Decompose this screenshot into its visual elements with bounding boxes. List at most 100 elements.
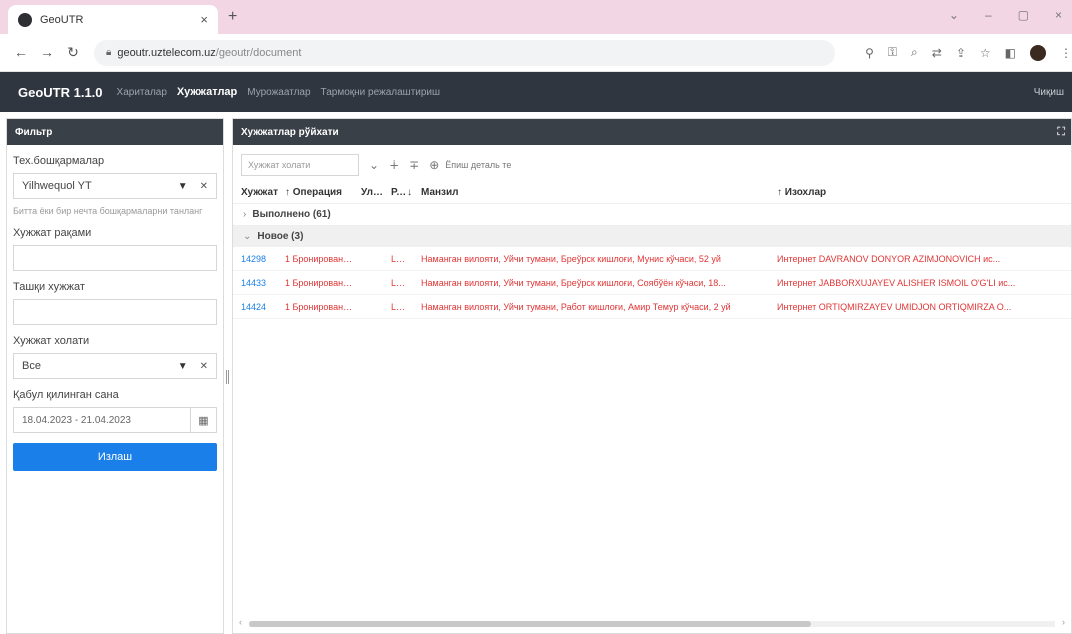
date-range-value: 18.04.2023 - 21.04.2023 (22, 414, 131, 426)
address-bar: ← → ↻ 🔒︎ geoutr.uztelecom.uz/geoutr/docu… (0, 34, 1072, 72)
chevron-down-icon[interactable]: ▼ (178, 181, 188, 192)
table-row[interactable]: 14424 1 Бронирование xPON LZ... Наманган… (233, 295, 1071, 319)
nav-link-documents[interactable]: Хужжатлар (177, 86, 237, 98)
sidebar-panel-icon[interactable]: ◧ (1005, 46, 1016, 60)
group-row-completed[interactable]: › Выполнено (61) (233, 203, 1071, 225)
operation-cell: 1 Бронирование xPON (285, 253, 361, 264)
nav-link-appeals[interactable]: Мурожаатлар (247, 87, 310, 98)
column-operation[interactable]: ↑ Операция (285, 187, 361, 198)
app-navbar: GeoUTR 1.1.0 Хариталар Хужжатлар Мурожаа… (0, 72, 1072, 112)
group-row-new[interactable]: ⌄ Новое (3) (233, 225, 1071, 247)
status-filter-placeholder: Хужжат холати (248, 160, 311, 170)
clear-icon[interactable]: ✕ (200, 181, 208, 192)
url-input[interactable]: 🔒︎ geoutr.uztelecom.uz/geoutr/document (94, 39, 836, 66)
sort-icon[interactable]: ↓ (407, 187, 421, 198)
minimize-button[interactable]: – (985, 8, 992, 22)
reload-icon[interactable]: ↻ (62, 44, 84, 61)
scrollbar-thumb[interactable] (249, 621, 811, 627)
chevron-down-icon[interactable]: ⌄ (243, 231, 251, 242)
tech-departments-hint: Битта ёки бир нечта бошқармаларни танлан… (13, 206, 203, 216)
horizontal-scrollbar[interactable]: ‹ › (239, 617, 1065, 629)
scroll-right-icon[interactable]: › (1062, 617, 1065, 627)
panel-splitter-handle[interactable] (226, 370, 229, 384)
scroll-left-icon[interactable]: ‹ (239, 617, 242, 627)
nav-link-maps[interactable]: Хариталар (117, 87, 167, 98)
profile-avatar[interactable] (1030, 44, 1046, 61)
doc-status-select[interactable]: Все ▼ ✕ (13, 353, 217, 379)
column-r[interactable]: Р... (391, 187, 407, 198)
translate-icon[interactable]: ⇄ (932, 46, 942, 60)
document-id-link[interactable]: 14424 (241, 302, 285, 312)
notes-cell: Интернет DAVRANOV DONYOR AZIMJONOVICH ис… (777, 253, 1001, 264)
status-filter-select[interactable]: Хужжат холати (241, 154, 359, 176)
calendar-icon[interactable]: ▦ (190, 408, 216, 432)
column-notes[interactable]: ↑ Изохлар (777, 187, 1033, 198)
group-label: Новое (3) (257, 231, 304, 242)
forward-arrow-icon[interactable]: → (36, 44, 58, 61)
tech-departments-select[interactable]: Yilhwequol YT ▼ ✕ (13, 173, 217, 199)
menu-dots-icon[interactable]: ⋮ (1060, 46, 1072, 60)
maximize-button[interactable]: ▢ (1018, 8, 1029, 22)
nav-link-network-planning[interactable]: Тармоқни режалаштириш (321, 87, 441, 98)
table-row[interactable]: 14298 1 Бронирование xPON LZ... Наманган… (233, 247, 1071, 271)
notes-cell: Интернет JABBORXUJAYEV ALISHER ISMOIL O'… (777, 277, 1016, 288)
group-label: Выполнено (61) (252, 209, 331, 220)
expand-all-icon[interactable]: ∔ (389, 158, 399, 172)
filter-panel: Фильтр Тех.бошқармалар Yilhwequol YT ▼ ✕… (6, 118, 224, 634)
document-id-link[interactable]: 14298 (241, 254, 285, 264)
url-host: geoutr.uztelecom.uz (117, 46, 216, 59)
toolbar-link[interactable]: Ёпиш деталь те (445, 160, 511, 170)
table-header: Хужжат ↑ Операция Улица Р... ↓ Манзил ↑ … (233, 181, 1071, 203)
fullscreen-icon[interactable]: ⛶ (1057, 126, 1065, 139)
chevron-down-icon[interactable]: ▼ (178, 361, 188, 372)
chevron-down-icon[interactable]: ⌄ (369, 158, 379, 172)
documents-panel: Хужжатлар рўйхати ⛶ Хужжат холати ⌄ ∔ ∓ … (232, 118, 1072, 634)
zoom-icon[interactable]: ⌕ (911, 45, 918, 60)
search-button[interactable]: Излаш (13, 443, 217, 471)
date-range-input[interactable]: 18.04.2023 - 21.04.2023 ▦ (13, 407, 217, 433)
key-icon[interactable]: ⚿ (888, 45, 897, 60)
documents-toolbar: Хужжат холати ⌄ ∔ ∓ ⊕ Ёпиш деталь те (233, 149, 1071, 181)
share-icon[interactable]: ⇪ (956, 46, 966, 60)
tech-departments-value: Yilhwequol YT (22, 180, 92, 192)
close-window-button[interactable]: × (1055, 8, 1062, 22)
operation-cell: 1 Бронирование xPON (285, 301, 361, 312)
external-doc-input[interactable] (13, 299, 217, 325)
new-tab-button[interactable]: + (228, 8, 237, 26)
back-arrow-icon[interactable]: ← (10, 44, 32, 61)
documents-panel-header: Хужжатлар рўйхати ⛶ (233, 119, 1071, 145)
table-row[interactable]: 14433 1 Бронирование xPON LZ... Наманган… (233, 271, 1071, 295)
address-cell: Наманган вилояти, Уйчи тумани, Бреўрск к… (421, 277, 726, 288)
external-doc-label: Ташқи хужжат (13, 281, 85, 293)
bookmark-star-icon[interactable]: ☆ (980, 46, 991, 60)
url-path: /geoutr/document (215, 46, 302, 59)
globe-icon[interactable]: ⊕ (429, 158, 439, 172)
clear-icon[interactable]: ✕ (200, 361, 208, 372)
column-document[interactable]: Хужжат (241, 187, 285, 198)
tech-departments-label: Тех.бошқармалар (13, 155, 105, 167)
column-address[interactable]: Манзил (421, 187, 777, 198)
r-cell: LZ... (391, 277, 407, 288)
operation-cell: 1 Бронирование xPON (285, 277, 361, 288)
doc-number-label: Хужжат рақами (13, 227, 92, 239)
logout-link[interactable]: Чиқиш (1034, 87, 1064, 98)
document-id-link[interactable]: 14433 (241, 278, 285, 288)
window-controls: ⌄ – ▢ × (949, 8, 1062, 22)
browser-tab[interactable]: GeoUTR × (8, 5, 218, 34)
chevron-right-icon[interactable]: › (243, 209, 246, 220)
tab-search-icon[interactable]: ⌄ (949, 8, 959, 22)
site-favicon-icon (18, 12, 32, 27)
browser-tab-strip: GeoUTR × + ⌄ – ▢ × (0, 0, 1072, 34)
column-street[interactable]: Улица (361, 187, 391, 198)
app-brand[interactable]: GeoUTR 1.1.0 (18, 85, 103, 100)
r-cell: LZ... (391, 301, 407, 312)
tab-close-icon[interactable]: × (200, 12, 208, 27)
doc-status-value: Все (22, 360, 41, 372)
documents-panel-title: Хужжатлар рўйхати (241, 126, 339, 138)
doc-number-input[interactable] (13, 245, 217, 271)
filter-panel-title: Фильтр (7, 119, 223, 145)
lock-icon: 🔒︎ (106, 47, 112, 58)
location-icon[interactable]: ⚲ (865, 46, 874, 60)
collapse-all-icon[interactable]: ∓ (409, 158, 419, 172)
tab-title: GeoUTR (40, 13, 84, 26)
